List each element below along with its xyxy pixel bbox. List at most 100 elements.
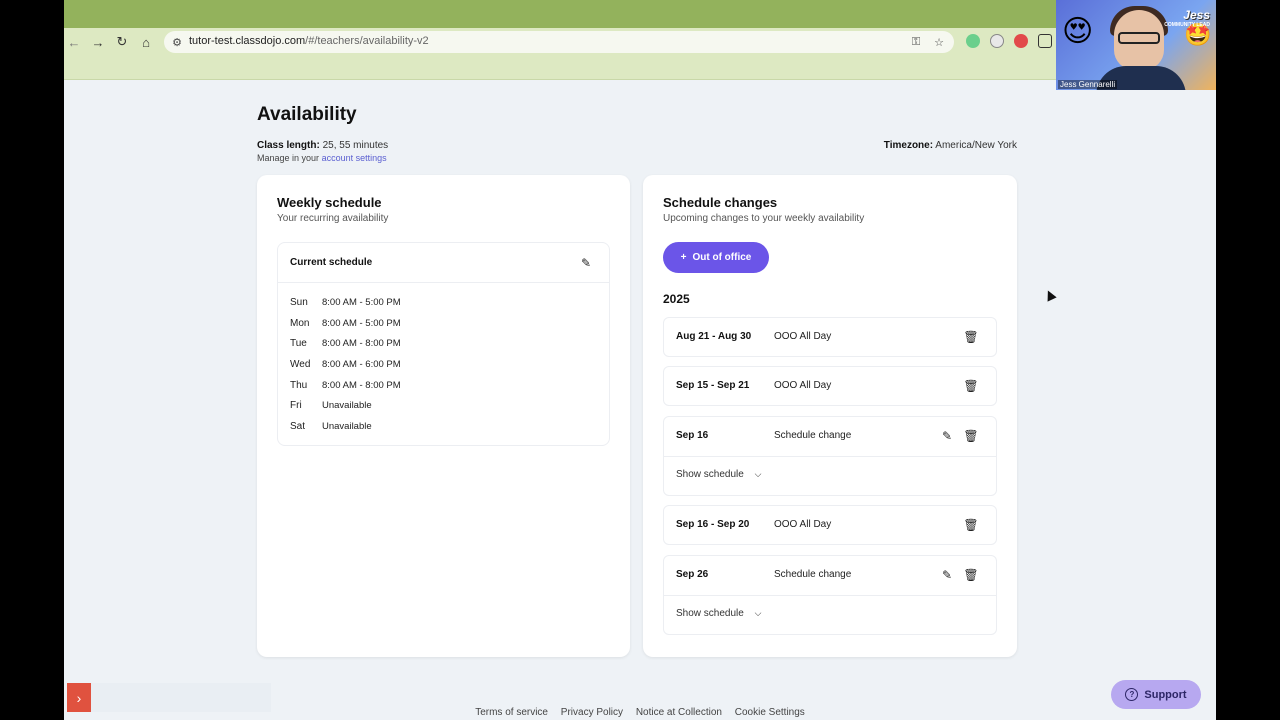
support-label: Support: [1144, 688, 1187, 701]
day-hours: 8:00 AM - 5:00 PM: [322, 297, 401, 308]
help-question-icon: ?: [1125, 688, 1139, 701]
change-row: Sep 26 Schedule change ✎ 🗑: [664, 556, 996, 595]
current-schedule-label: Current schedule: [290, 257, 373, 268]
url-text: tutor-test.classdojo.com/#/teachers/avai…: [189, 35, 429, 47]
footer-links: Terms of service Privacy Policy Notice a…: [64, 707, 1216, 718]
browser-tabstrip: [64, 0, 1216, 28]
show-schedule-toggle[interactable]: Show schedule: [676, 469, 744, 480]
edit-schedule-pencil-icon[interactable]: ✎: [579, 256, 593, 270]
video-person-glasses: [1118, 32, 1160, 44]
day-name: Wed: [290, 359, 311, 370]
screen: ← → ↻ ⌂ ⚙ tutor-test.classdojo.com/#/tea…: [64, 0, 1216, 720]
password-key-icon[interactable]: ⚿: [909, 35, 923, 49]
bookmark-star-icon[interactable]: ☆: [932, 35, 946, 49]
change-row: Aug 21 - Aug 30 OOO All Day 🗑: [664, 318, 996, 357]
timezone-value: America/New York: [935, 140, 1017, 151]
extension-red-icon[interactable]: [1014, 34, 1028, 48]
manage-settings-note: Manage in your account settings: [257, 153, 387, 163]
show-schedule-toggle[interactable]: Show schedule: [676, 608, 744, 619]
current-schedule-header: Current schedule ✎: [278, 243, 609, 283]
divider: [664, 456, 996, 457]
back-icon[interactable]: ←: [64, 32, 84, 52]
delete-trash-icon[interactable]: 🗑: [963, 330, 978, 344]
url-host: tutor-test.classdojo.com: [189, 35, 306, 47]
day-name: Sat: [290, 421, 306, 432]
day-name: Fri: [290, 400, 302, 411]
cookie-settings-link[interactable]: Cookie Settings: [735, 707, 805, 718]
chevron-down-icon[interactable]: ⌵: [752, 468, 764, 480]
change-dates: Sep 26: [676, 569, 709, 580]
video-participant-name: Jess Gennarelli: [1058, 80, 1118, 89]
timezone: Timezone: America/New York: [884, 140, 1017, 151]
class-length-label: Class length:: [257, 140, 320, 151]
video-call-overlay: 😍 🤩 Jess COMMUNITY LEAD Jess Gennarelli: [1056, 0, 1216, 90]
current-schedule-box: Current schedule ✎ Sun 8:00 AM - 5:00 PM …: [277, 242, 610, 446]
extension-tool-icon[interactable]: [990, 34, 1004, 48]
home-icon[interactable]: ⌂: [136, 32, 156, 52]
reload-icon[interactable]: ↻: [112, 32, 132, 52]
manage-prefix: Manage in your: [257, 153, 320, 163]
account-settings-link[interactable]: account settings: [322, 153, 387, 163]
delete-trash-icon[interactable]: 🗑: [963, 379, 978, 393]
day-hours: 8:00 AM - 6:00 PM: [322, 359, 401, 370]
emoji-heart-eyes-icon: 😍: [1062, 15, 1094, 48]
schedule-change-item: Sep 16 - Sep 20 OOO All Day 🗑: [663, 505, 997, 545]
edit-pencil-icon[interactable]: ✎: [940, 429, 954, 443]
delete-trash-icon[interactable]: 🗑: [963, 429, 978, 443]
day-name: Tue: [290, 338, 307, 349]
schedule-change-item: Sep 15 - Sep 21 OOO All Day 🗑: [663, 366, 997, 406]
url-path: /#/teachers/availability-v2: [305, 35, 429, 47]
change-kind: OOO All Day: [774, 519, 832, 530]
delete-trash-icon[interactable]: 🗑: [963, 518, 978, 532]
site-info-icon[interactable]: ⚙: [170, 35, 184, 49]
edit-pencil-icon[interactable]: ✎: [940, 568, 954, 582]
privacy-policy-link[interactable]: Privacy Policy: [561, 707, 623, 718]
change-row: Sep 15 - Sep 21 OOO All Day 🗑: [664, 367, 996, 406]
delete-trash-icon[interactable]: 🗑: [963, 568, 978, 582]
change-dates: Sep 16 - Sep 20: [676, 519, 750, 530]
class-length: Class length: 25, 55 minutes: [257, 140, 388, 151]
year-heading: 2025: [663, 292, 690, 306]
class-length-value: 25, 55 minutes: [322, 140, 389, 151]
out-of-office-button[interactable]: + Out of office: [663, 242, 769, 273]
divider: [664, 595, 996, 596]
change-dates: Aug 21 - Aug 30: [676, 331, 752, 342]
day-name: Mon: [290, 318, 310, 329]
day-hours: Unavailable: [322, 400, 372, 411]
video-brand-text: Jess: [1183, 8, 1210, 22]
schedule-change-item: Aug 21 - Aug 30 OOO All Day 🗑: [663, 317, 997, 357]
weekly-schedule-card: Weekly schedule Your recurring availabil…: [257, 175, 630, 657]
change-kind: OOO All Day: [774, 380, 832, 391]
day-hours: 8:00 AM - 8:00 PM: [322, 338, 401, 349]
extension-green-icon[interactable]: [966, 34, 980, 48]
address-bar[interactable]: ⚙ tutor-test.classdojo.com/#/teachers/av…: [164, 31, 954, 53]
day-hours: 8:00 AM - 8:00 PM: [322, 380, 401, 391]
forward-icon[interactable]: →: [88, 32, 108, 52]
timezone-label: Timezone:: [883, 140, 934, 151]
schedule-changes-card: Schedule changes Upcoming changes to you…: [643, 175, 1017, 657]
browser-bookmarks-strip: [64, 56, 1216, 80]
schedule-change-item: Sep 16 Schedule change ✎ 🗑 Show schedule…: [663, 416, 997, 496]
extensions-puzzle-icon[interactable]: [1038, 34, 1052, 48]
notice-at-collection-link[interactable]: Notice at Collection: [636, 707, 722, 718]
chevron-down-icon[interactable]: ⌵: [752, 607, 764, 619]
weekly-schedule-subtitle: Your recurring availability: [277, 213, 389, 224]
change-kind: Schedule change: [774, 430, 852, 441]
plus-icon: +: [680, 252, 687, 263]
day-name: Sun: [290, 297, 308, 308]
weekly-schedule-title: Weekly schedule: [277, 195, 382, 210]
change-kind: OOO All Day: [774, 331, 832, 342]
change-row: Sep 16 - Sep 20 OOO All Day 🗑: [664, 506, 996, 545]
video-brand-subtext: COMMUNITY LEAD: [1164, 22, 1210, 28]
support-button[interactable]: ? Support: [1111, 680, 1201, 709]
schedule-changes-subtitle: Upcoming changes to your weekly availabi…: [663, 213, 865, 224]
change-kind: Schedule change: [774, 569, 852, 580]
change-dates: Sep 15 - Sep 21: [676, 380, 750, 391]
out-of-office-label: Out of office: [692, 252, 752, 263]
schedule-changes-title: Schedule changes: [663, 195, 778, 210]
page-title: Availability: [257, 104, 357, 125]
day-hours: Unavailable: [322, 421, 372, 432]
terms-of-service-link[interactable]: Terms of service: [475, 707, 548, 718]
change-row: Sep 16 Schedule change ✎ 🗑: [664, 417, 996, 456]
mouse-cursor-icon: [1043, 288, 1057, 302]
